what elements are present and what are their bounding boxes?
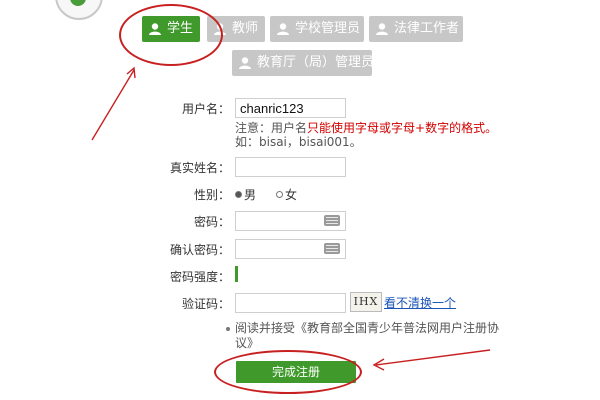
annotation-arrows (91, 66, 491, 371)
